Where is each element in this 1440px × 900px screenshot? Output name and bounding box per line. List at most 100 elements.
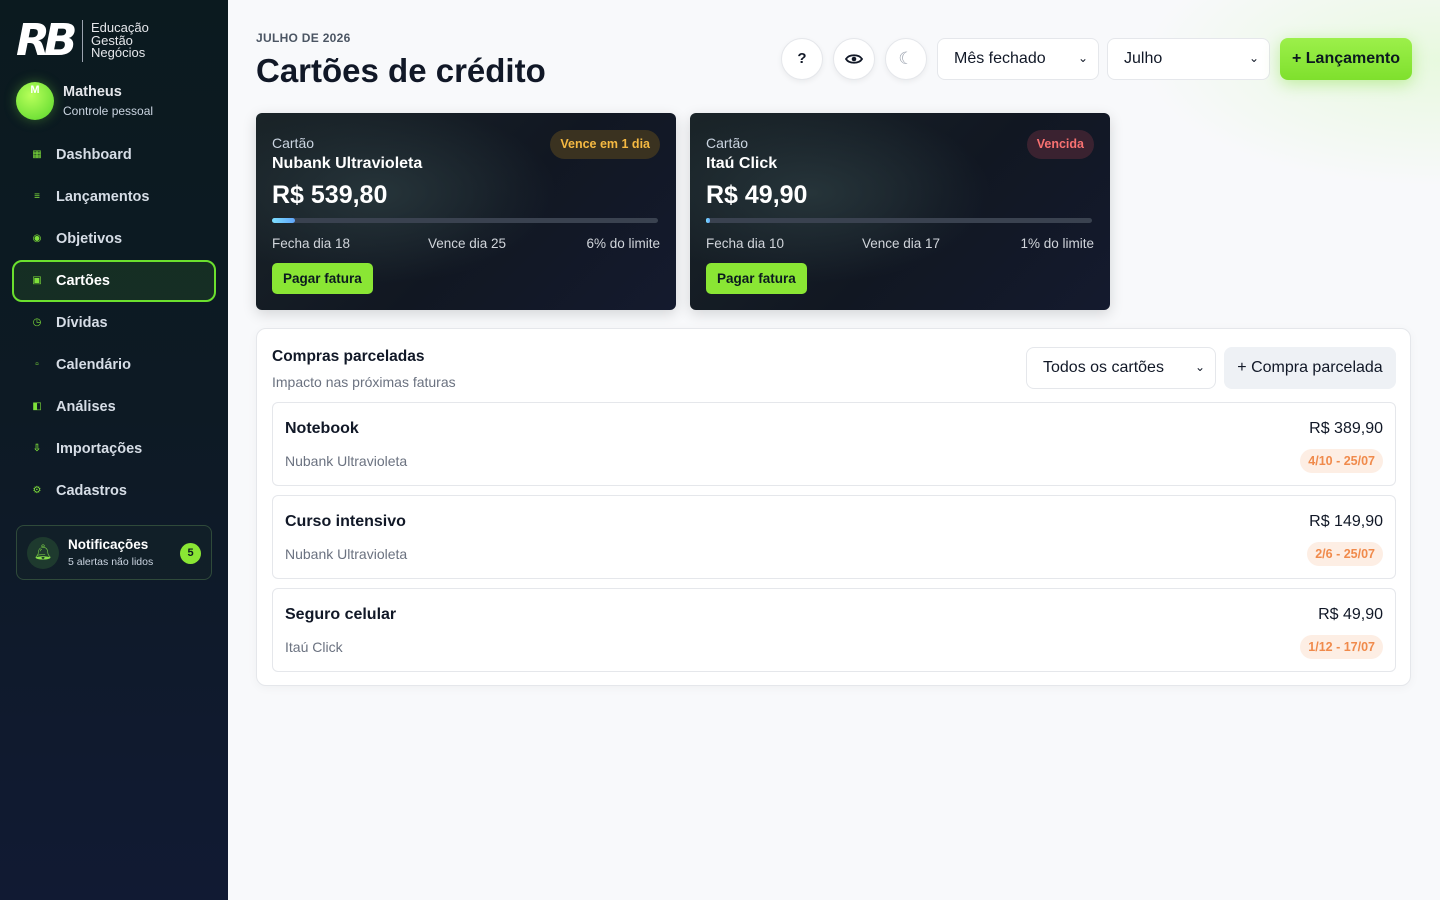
page-title: Cartões de crédito — [256, 52, 546, 89]
sidebar-item-cadastros[interactable]: ⚙ Cadastros — [12, 470, 216, 512]
list-icon: ≡ — [34, 191, 40, 202]
installment-card: Itaú Click — [285, 639, 343, 655]
installment-value: R$ 389,90 — [1309, 420, 1383, 437]
installment-card: Nubank Ultravioleta — [285, 453, 408, 469]
closing-day: Fecha dia 10 — [706, 236, 785, 251]
grid-icon: ▦ — [32, 149, 42, 160]
sidebar-item-label: Calendário — [56, 357, 131, 373]
card-icon: ▣ — [32, 275, 42, 286]
pay-invoice-button[interactable]: Pagar fatura — [706, 263, 807, 294]
page-eyebrow: JULHO DE 2026 — [256, 31, 351, 45]
chevron-down-icon: ⌄ — [1248, 51, 1259, 65]
notifications-subtitle: 5 alertas não lidos — [68, 556, 154, 568]
limit-usage: 6% do limite — [586, 236, 660, 251]
limit-usage: 1% do limite — [1020, 236, 1094, 251]
period-select[interactable]: Mês fechado ⌄ — [937, 38, 1099, 80]
sidebar-item-label: Importações — [56, 441, 143, 457]
installment-row[interactable]: Notebook Nubank Ultravioleta R$ 389,90 4… — [272, 402, 1396, 486]
card-filter-value: Todos os cartões — [1043, 359, 1164, 376]
installment-value: R$ 149,90 — [1309, 513, 1383, 530]
installment-progress-badge: 4/10 - 25/07 — [1300, 449, 1383, 473]
installment-progress-badge: 1/12 - 17/07 — [1300, 635, 1383, 659]
sidebar-item-importacoes[interactable]: ⇩ Importações — [12, 428, 216, 470]
notifications-title: Notificações — [68, 537, 149, 552]
due-status-badge: Vencida — [1026, 130, 1094, 159]
chart-icon: ◧ — [32, 401, 42, 412]
card-name: Nubank Ultravioleta — [272, 155, 423, 172]
period-select-value: Mês fechado — [954, 50, 1046, 67]
target-icon: ◉ — [32, 233, 42, 244]
sidebar-item-analises[interactable]: ◧ Análises — [12, 386, 216, 428]
gear-icon: ⚙ — [32, 485, 42, 496]
limit-progress-bar — [272, 218, 658, 223]
card-amount: R$ 49,90 — [706, 181, 808, 209]
user-role: Controle pessoal — [63, 104, 154, 118]
brand-logo: RB — [16, 15, 77, 66]
card-label: Cartão — [272, 135, 315, 151]
chevron-down-icon: ⌄ — [1194, 360, 1205, 374]
pay-invoice-button[interactable]: Pagar fatura — [272, 263, 373, 294]
credit-card-itau[interactable]: Cartão Itaú Click R$ 49,90 Vencida Fecha… — [690, 113, 1110, 310]
brand-tagline: Educação Gestão Negócios — [91, 22, 149, 60]
sidebar-item-cartoes[interactable]: ▣ Cartões — [12, 260, 216, 302]
installment-row[interactable]: Seguro celular Itaú Click R$ 49,90 1/12 … — [272, 588, 1396, 672]
installment-value: R$ 49,90 — [1318, 606, 1383, 623]
limit-progress-fill — [706, 218, 710, 223]
sidebar-item-label: Objetivos — [56, 231, 123, 247]
brand[interactable]: RB Educação Gestão Negócios — [16, 16, 149, 66]
notifications-count-badge: 5 — [180, 543, 201, 564]
installment-name: Seguro celular — [285, 606, 397, 623]
due-day: Vence dia 17 — [862, 236, 941, 251]
installments-title: Compras parceladas — [272, 348, 425, 365]
installment-progress-badge: 2/6 - 25/07 — [1307, 542, 1383, 566]
bell-icon: 🔔︎ — [27, 536, 59, 569]
installment-card: Nubank Ultravioleta — [285, 546, 408, 562]
sidebar-item-dashboard[interactable]: ▦ Dashboard — [12, 134, 216, 176]
moon-icon: ☾ — [898, 49, 914, 68]
notifications-panel[interactable]: 🔔︎ Notificações 5 alertas não lidos 5 — [16, 525, 212, 580]
sidebar-item-calendario[interactable]: ▫ Calendário — [12, 344, 216, 386]
month-select-value: Julho — [1124, 50, 1163, 67]
sidebar-item-label: Cartões — [56, 273, 110, 289]
closing-day: Fecha dia 18 — [272, 236, 351, 251]
theme-toggle-button[interactable]: ☾ — [885, 38, 927, 80]
sidebar: RB Educação Gestão Negócios M Matheus Co… — [0, 0, 228, 900]
installment-name: Notebook — [285, 420, 359, 437]
user-profile[interactable]: M Matheus Controle pessoal — [16, 82, 153, 120]
sidebar-item-label: Dashboard — [56, 147, 132, 163]
card-name: Itaú Click — [706, 155, 778, 172]
due-status-badge: Vence em 1 dia — [550, 130, 660, 159]
chevron-down-icon: ⌄ — [1077, 51, 1088, 65]
limit-progress-bar — [706, 218, 1092, 223]
card-filter-select[interactable]: Todos os cartões ⌄ — [1026, 347, 1216, 389]
brand-divider — [82, 20, 83, 62]
sidebar-item-label: Lançamentos — [56, 189, 150, 205]
clock-icon: ◷ — [32, 317, 42, 328]
sidebar-item-label: Cadastros — [56, 483, 127, 499]
help-button[interactable]: ? — [781, 38, 823, 80]
calendar-icon: ▫ — [35, 359, 39, 370]
installment-row[interactable]: Curso intensivo Nubank Ultravioleta R$ 1… — [272, 495, 1396, 579]
month-select[interactable]: Julho ⌄ — [1107, 38, 1270, 80]
add-installment-button[interactable]: + Compra parcelada — [1224, 347, 1396, 389]
toggle-visibility-button[interactable] — [833, 38, 875, 80]
new-entry-button[interactable]: + Lançamento — [1280, 38, 1412, 80]
eye-icon — [844, 54, 864, 64]
user-name: Matheus — [63, 84, 122, 100]
download-icon: ⇩ — [32, 443, 42, 454]
sidebar-nav: ▦ Dashboard ≡ Lançamentos ◉ Objetivos ▣ … — [12, 134, 216, 512]
avatar: M — [16, 82, 54, 120]
help-icon: ? — [797, 50, 807, 67]
installment-name: Curso intensivo — [285, 513, 406, 530]
sidebar-item-label: Análises — [56, 399, 116, 415]
sidebar-item-label: Dívidas — [56, 315, 108, 331]
limit-progress-fill — [272, 218, 296, 223]
sidebar-item-dividas[interactable]: ◷ Dívidas — [12, 302, 216, 344]
due-day: Vence dia 25 — [428, 236, 507, 251]
credit-card-nubank[interactable]: Cartão Nubank Ultravioleta R$ 539,80 Ven… — [256, 113, 676, 310]
sidebar-item-objetivos[interactable]: ◉ Objetivos — [12, 218, 216, 260]
installments-subtitle: Impacto nas próximas faturas — [272, 374, 456, 390]
card-amount: R$ 539,80 — [272, 181, 388, 209]
card-label: Cartão — [706, 135, 749, 151]
sidebar-item-lancamentos[interactable]: ≡ Lançamentos — [12, 176, 216, 218]
